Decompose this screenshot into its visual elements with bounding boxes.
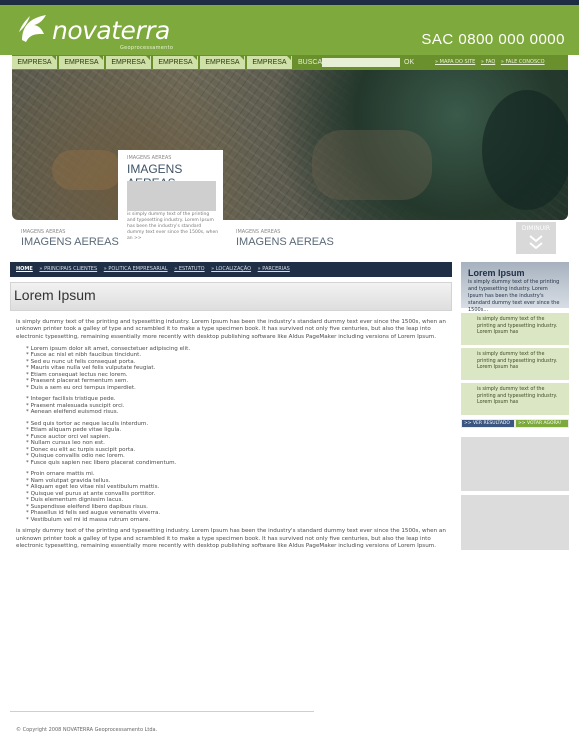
outro-paragraph: is simply dummy text of the printing and…	[16, 528, 446, 549]
sidebar-poll: Lorem Ipsum is simply dummy text of the …	[461, 262, 569, 550]
poll-option-text: is simply dummy text of the printing and…	[477, 352, 558, 370]
thumb-title[interactable]: IMAGENS AEREAS	[236, 236, 334, 248]
banner-popup-card[interactable]: IMAGENS AEREAS IMAGENS AEREAS is simply …	[118, 150, 223, 241]
menu-item-label: EMPRESA	[64, 59, 99, 66]
bullet-list: * Integer facilisis tristique pede. * Pr…	[16, 396, 446, 416]
page-title-bar: Lorem Ipsum	[10, 282, 452, 311]
search-label: BUSCA	[298, 59, 323, 66]
menu-item-empresa[interactable]: EMPRESA	[59, 56, 105, 69]
poll-option[interactable]: is simply dummy text of the printing and…	[461, 312, 569, 345]
poll-option[interactable]: is simply dummy text of the printing and…	[461, 347, 569, 380]
aerial-banner-image	[12, 70, 568, 220]
poll-option-text: is simply dummy text of the printing and…	[477, 387, 558, 405]
breadcrumb: HOME » PRINCIPAIS CLIENTES » POLITICA EM…	[10, 262, 452, 277]
collapse-banner-button[interactable]: DIMINUIR	[516, 222, 556, 254]
search-button[interactable]: OK	[404, 56, 414, 69]
menu-item-label: EMPRESA	[158, 59, 193, 66]
menu-item-label: EMPRESA	[252, 59, 287, 66]
copyright: © Copyright 2008 NOVATERRA Geoprocessame…	[16, 727, 158, 733]
corner-icon	[287, 56, 291, 60]
bullet-list: * Lorem ipsum dolor sit amet, consectetu…	[16, 346, 446, 392]
corner-icon	[146, 56, 150, 60]
ad-slot	[461, 495, 569, 550]
bullet-list: * Proin ornare mattis mi. * Nam volutpat…	[16, 471, 446, 523]
poll-title: Lorem Ipsum	[468, 268, 525, 278]
corner-icon	[193, 56, 197, 60]
popup-text: is simply dummy text of the printing and…	[127, 212, 219, 241]
breadcrumb-partners[interactable]: » PARCERIAS	[258, 266, 290, 272]
thumb-caption: IMAGENS AEREAS	[21, 229, 66, 235]
chevron-down-icon	[529, 235, 543, 250]
main-menu: EMPRESA EMPRESA EMPRESA EMPRESA EMPRESA …	[12, 55, 568, 70]
link-site-map[interactable]: » MAPA DO SITE	[435, 59, 475, 65]
collapse-label: DIMINUIR	[521, 225, 551, 232]
menu-item-label: EMPRESA	[205, 59, 240, 66]
breadcrumb-policy[interactable]: » POLITICA EMPRESARIAL	[104, 266, 168, 272]
popup-caption: IMAGENS AEREAS	[127, 155, 172, 161]
banner-thumbnails: IMAGENS AEREAS IMAGENS AEREAS IMAGENS AE…	[12, 220, 568, 254]
poll-option[interactable]: is simply dummy text of the printing and…	[461, 382, 569, 415]
view-results-button[interactable]: >> VER RESULTADO	[462, 420, 514, 427]
site-header: novaterra Geoprocessamento SAC 0800 000 …	[0, 5, 579, 55]
popup-image	[127, 181, 216, 211]
menu-item-empresa[interactable]: EMPRESA	[153, 56, 199, 69]
brand-tagline: Geoprocessamento	[120, 45, 174, 51]
menu-item-empresa[interactable]: EMPRESA	[106, 56, 152, 69]
poll-header: Lorem Ipsum is simply dummy text of the …	[461, 262, 569, 313]
page-title: Lorem Ipsum	[14, 287, 96, 303]
corner-icon	[52, 56, 56, 60]
vote-now-button[interactable]: >> VOTAR AGORA!	[516, 420, 568, 427]
brand-name: novaterra	[52, 16, 170, 45]
ad-slot	[461, 437, 569, 491]
corner-icon	[99, 56, 103, 60]
sac-phone: SAC 0800 000 0000	[421, 31, 565, 48]
menu-item-empresa[interactable]: EMPRESA	[247, 56, 293, 69]
breadcrumb-clients[interactable]: » PRINCIPAIS CLIENTES	[39, 266, 97, 272]
corner-icon	[240, 56, 244, 60]
breadcrumb-location[interactable]: » LOCALIZAÇÃO	[211, 266, 251, 272]
banner-terrain	[482, 90, 568, 210]
link-contact[interactable]: » FALE CONOSCO	[501, 59, 545, 65]
leaf-logo-icon	[19, 15, 46, 42]
link-faq[interactable]: » FAQ	[481, 59, 495, 65]
poll-actions: >> VER RESULTADO >> VOTAR AGORA!	[461, 419, 569, 428]
utility-links: » MAPA DO SITE » FAQ » FALE CONOSCO	[435, 56, 549, 69]
menu-item-empresa[interactable]: EMPRESA	[12, 56, 58, 69]
thumb-title[interactable]: IMAGENS AEREAS	[21, 236, 119, 248]
list-item: * Vestibulum vel mi id massa rutrum orna…	[26, 516, 151, 523]
menu-item-label: EMPRESA	[111, 59, 146, 66]
bullet-list: * Sed quis tortor ac neque iaculis inter…	[16, 421, 446, 467]
logo[interactable]: novaterra Geoprocessamento	[16, 10, 191, 52]
list-item: * Aenean eleifend euismod risus.	[26, 409, 119, 416]
poll-option-text: is simply dummy text of the printing and…	[477, 317, 558, 335]
poll-subtitle: is simply dummy text of the printing and…	[468, 279, 560, 313]
menu-item-label: EMPRESA	[17, 59, 52, 66]
breadcrumb-statute[interactable]: » ESTATUTO	[174, 266, 204, 272]
list-item: * Fusce quis sapien nec libero placerat …	[26, 459, 177, 466]
banner-terrain	[312, 130, 432, 200]
intro-paragraph: is simply dummy text of the printing and…	[16, 319, 446, 340]
search-input[interactable]	[322, 58, 400, 67]
main-content: is simply dummy text of the printing and…	[16, 319, 446, 555]
menu-item-empresa[interactable]: EMPRESA	[200, 56, 246, 69]
list-item: * Duis a sem eu orci tempus imperdiet.	[26, 384, 136, 391]
footer-divider	[10, 711, 314, 712]
breadcrumb-home[interactable]: HOME	[16, 266, 33, 272]
thumb-caption: IMAGENS AEREAS	[236, 229, 281, 235]
banner-terrain	[52, 150, 122, 190]
